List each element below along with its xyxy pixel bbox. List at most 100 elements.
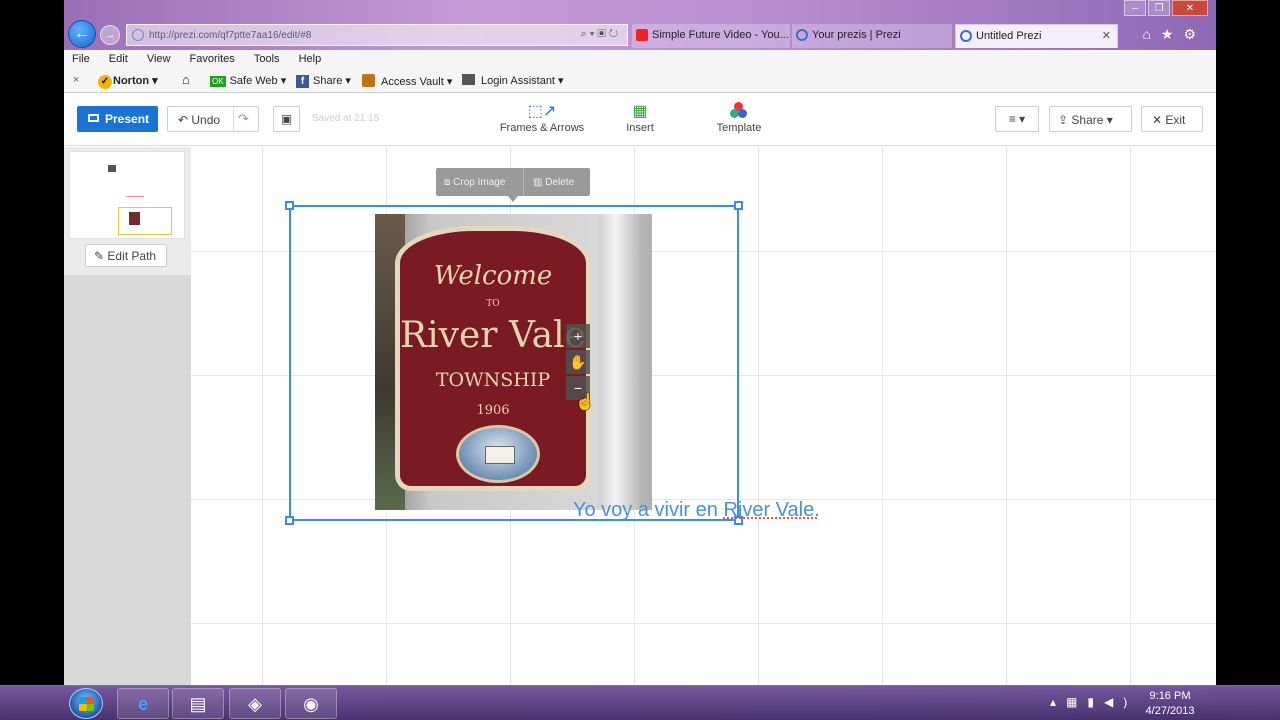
start-button[interactable] xyxy=(69,688,103,719)
prezi-icon xyxy=(960,30,972,42)
menu-icon: ≡ ▾ xyxy=(1008,112,1026,126)
system-tray-icons[interactable]: ▴▦▮◀) xyxy=(1050,695,1137,709)
home-favorites-settings-icons[interactable]: ⌂★⚙ xyxy=(1142,26,1206,43)
monitor-icon xyxy=(88,114,99,122)
slide-thumbnail[interactable] xyxy=(69,151,185,239)
thumbnail-text-line xyxy=(126,196,144,197)
home-icon[interactable]: ⌂ xyxy=(182,72,190,87)
image-icon: ▦ xyxy=(632,103,648,120)
browser-titlebar: ← → http://prezi.com/qf7ptte7aa16/edit/#… xyxy=(64,0,1216,50)
exit-button[interactable]: ✕ Exit xyxy=(1141,106,1203,132)
norton-toolbar: × ✓ Norton ▾ ⌂ OK Safe Web ▾ f Share ▾ Acce… xyxy=(64,69,1216,93)
move-hand-button[interactable]: ✋ xyxy=(566,350,590,374)
taskbar-app-1[interactable]: ◈ xyxy=(229,688,281,719)
crop-label: Crop Image xyxy=(453,177,506,188)
save-icon: ▣ xyxy=(280,112,293,126)
browser-window: ← → http://prezi.com/qf7ptte7aa16/edit/#… xyxy=(64,0,1216,685)
menu-bar: File Edit View Favorites Tools Help xyxy=(64,50,1216,69)
taskbar-internet-explorer[interactable]: e xyxy=(117,688,169,719)
delete-button[interactable]: ▥ Delete xyxy=(525,168,589,196)
template-icon xyxy=(709,102,769,122)
black-bar-left xyxy=(0,0,64,685)
pencil-icon: ✎ xyxy=(94,249,108,263)
folder-icon: ▤ xyxy=(189,694,207,714)
present-label: Present xyxy=(105,112,150,126)
taskbar-file-explorer[interactable]: ▤ xyxy=(172,688,224,719)
resize-handle-top-left[interactable] xyxy=(285,201,294,210)
share-label: Share xyxy=(1071,113,1104,127)
tab-your-prezis[interactable]: Your prezis | Prezi xyxy=(792,24,952,48)
window-controls: – ❐ ✕ xyxy=(1124,0,1208,16)
menu-edit[interactable]: Edit xyxy=(101,50,136,65)
thumbnail-selected-item xyxy=(118,207,172,235)
selection-frame[interactable] xyxy=(285,201,743,525)
menu-file[interactable]: File xyxy=(64,50,98,65)
maximize-button[interactable]: ❐ xyxy=(1148,0,1170,16)
saved-status: Saved at 21:15 xyxy=(312,113,380,124)
undo-button[interactable]: ↶ Undo xyxy=(168,107,234,131)
menu-tools[interactable]: Tools xyxy=(246,50,288,65)
share-menu[interactable]: f Share ▾ xyxy=(296,74,351,88)
safe-web-label: Safe Web xyxy=(229,75,278,87)
norton-check-icon: ✓ xyxy=(98,75,112,89)
insert-button[interactable]: ▦ Insert xyxy=(610,102,670,134)
access-vault-label: Access Vault xyxy=(381,76,444,88)
ok-badge-icon: OK xyxy=(210,76,226,87)
menu-help[interactable]: Help xyxy=(291,50,330,65)
sidebar-lower-area xyxy=(64,275,191,685)
toolbar-pointer xyxy=(508,196,518,202)
address-tools-icon[interactable]: ⌕▾▣↻ xyxy=(581,28,621,41)
access-vault-menu[interactable]: Access Vault ▾ xyxy=(362,74,452,88)
prezi-canvas[interactable]: ⧈ Crop Image ▥ Delete Welcome TO River V… xyxy=(191,147,1216,685)
edit-path-label: Edit Path xyxy=(107,249,157,263)
menu-button[interactable]: ≡ ▾ xyxy=(995,106,1039,132)
caption-text[interactable]: Yo voy a vivir en River Vale. xyxy=(573,499,820,522)
globe-icon xyxy=(132,29,144,41)
share-button[interactable]: ⇪ Share ▾ xyxy=(1049,106,1132,132)
safe-web-menu[interactable]: OK Safe Web ▾ xyxy=(210,74,286,87)
mouse-cursor-icon: ☝ xyxy=(575,394,595,411)
edit-path-button[interactable]: ✎ Edit Path xyxy=(85,244,167,267)
tab-youtube[interactable]: Simple Future Video - You... xyxy=(632,24,790,48)
undo-icon: ↶ xyxy=(178,113,192,127)
back-button[interactable]: ← xyxy=(68,20,96,48)
norton-label: Norton xyxy=(113,75,150,87)
close-toolbar-icon[interactable]: × xyxy=(73,74,79,86)
redo-button[interactable]: ↷ xyxy=(238,111,249,127)
tab-untitled-prezi[interactable]: Untitled Prezi ✕ xyxy=(955,24,1118,48)
clock-date: 4/27/2013 xyxy=(1145,705,1195,717)
clock-time: 9:16 PM xyxy=(1149,690,1191,702)
tab-label: Simple Future Video - You... xyxy=(652,29,789,41)
resize-handle-bottom-left[interactable] xyxy=(285,516,294,525)
share-icon: ⇪ xyxy=(1058,113,1072,127)
insert-label: Insert xyxy=(626,122,654,134)
close-icon: ✕ xyxy=(1152,113,1166,127)
login-assistant-icon xyxy=(462,74,475,85)
save-button[interactable]: ▣ xyxy=(273,106,300,132)
tab-label: Your prezis | Prezi xyxy=(812,29,901,41)
menu-favorites[interactable]: Favorites xyxy=(182,50,243,65)
present-button[interactable]: Present xyxy=(77,106,158,132)
menu-view[interactable]: View xyxy=(139,50,179,65)
template-label: Template xyxy=(716,122,762,134)
zoom-in-button[interactable]: + xyxy=(566,324,590,348)
crop-image-button[interactable]: ⧈ Crop Image xyxy=(436,168,524,196)
exit-label: Exit xyxy=(1165,113,1186,127)
youtube-icon xyxy=(636,29,648,41)
frames-arrows-button[interactable]: ⬚↗ Frames & Arrows xyxy=(496,102,588,134)
close-window-button[interactable]: ✕ xyxy=(1172,0,1208,16)
undo-label: Undo xyxy=(191,113,221,127)
undo-redo-group: ↶ Undo ↷ xyxy=(167,106,259,132)
sign-mini-icon xyxy=(129,212,140,225)
system-clock[interactable]: 9:16 PM 4/27/2013 xyxy=(1140,689,1200,719)
minimize-button[interactable]: – xyxy=(1124,0,1146,16)
login-assistant-label: Login Assistant xyxy=(481,75,555,87)
login-assistant-menu[interactable]: Login Assistant ▾ xyxy=(462,74,564,87)
resize-handle-top-right[interactable] xyxy=(734,201,743,210)
taskbar-app-2[interactable]: ◉ xyxy=(285,688,337,719)
address-bar[interactable]: http://prezi.com/qf7ptte7aa16/edit/#8 ⌕▾… xyxy=(126,24,628,46)
forward-button[interactable]: → xyxy=(100,25,120,45)
norton-menu[interactable]: ✓ Norton ▾ xyxy=(98,74,158,89)
template-button[interactable]: Template xyxy=(709,102,769,134)
close-tab-icon[interactable]: ✕ xyxy=(1102,29,1111,42)
